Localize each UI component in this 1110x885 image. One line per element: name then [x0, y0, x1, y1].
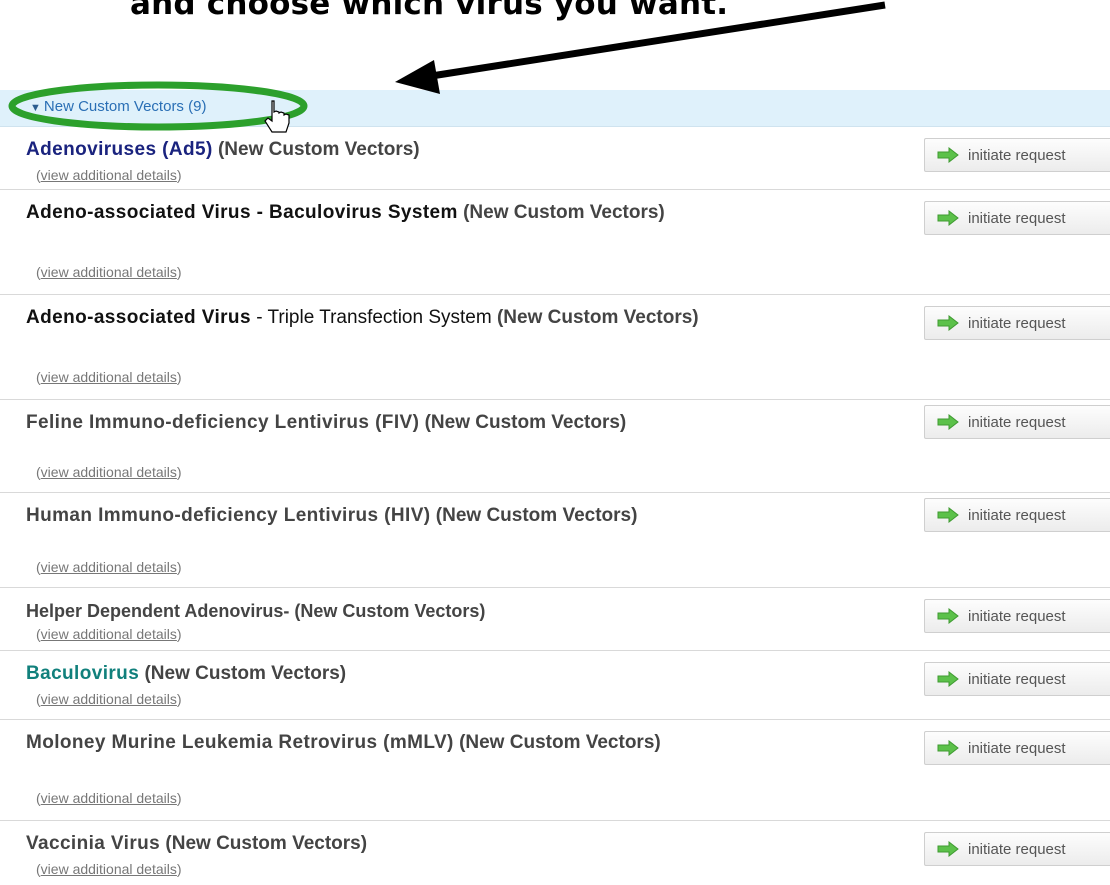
item-category: (New Custom Vectors)	[424, 412, 627, 433]
button-label: initiate request	[968, 209, 1066, 227]
item-category: (New Custom Vectors)	[496, 307, 699, 328]
right-arrow-icon	[937, 671, 959, 687]
item-title: Vaccinia Virus (New Custom Vectors)	[26, 831, 806, 857]
right-arrow-icon	[937, 507, 959, 523]
item-title: Adenoviruses (Ad5) (New Custom Vectors)	[26, 137, 806, 163]
button-label: initiate request	[968, 670, 1066, 688]
button-label: initiate request	[968, 739, 1066, 757]
initiate-request-button[interactable]: initiate request	[924, 405, 1110, 439]
list-item: Feline Immuno-deficiency Lentivirus (FIV…	[0, 400, 1110, 493]
item-details: (view additional details)	[36, 861, 182, 877]
initiate-request-button[interactable]: initiate request	[924, 201, 1110, 235]
right-arrow-icon	[937, 210, 959, 226]
item-title: Baculovirus (New Custom Vectors)	[26, 661, 806, 687]
item-details: (view additional details)	[36, 464, 182, 480]
right-arrow-icon	[937, 740, 959, 756]
right-arrow-icon	[937, 147, 959, 163]
item-category: (New Custom Vectors)	[459, 732, 661, 753]
item-details: (view additional details)	[36, 626, 182, 642]
list-item: Adenoviruses (Ad5) (New Custom Vectors) …	[0, 127, 1110, 190]
item-title: Feline Immuno-deficiency Lentivirus (FIV…	[26, 410, 806, 436]
initiate-request-button[interactable]: initiate request	[924, 662, 1110, 696]
item-title: Helper Dependent Adenovirus- (New Custom…	[26, 598, 806, 624]
list-item: Adeno-associated Virus - Baculovirus Sys…	[0, 190, 1110, 295]
item-title: Human Immuno-deficiency Lentivirus (HIV)…	[26, 503, 806, 529]
right-arrow-icon	[937, 841, 959, 857]
button-label: initiate request	[968, 314, 1066, 332]
instruction-text: and choose which virus you want.	[130, 0, 729, 22]
button-label: initiate request	[968, 607, 1066, 625]
item-details: (view additional details)	[36, 264, 182, 280]
view-details-link[interactable]: view additional details	[41, 559, 177, 575]
right-arrow-icon	[937, 414, 959, 430]
group-label: New Custom Vectors (9)	[43, 98, 207, 115]
item-category: (New Custom Vectors)	[144, 663, 347, 684]
right-arrow-icon	[937, 608, 959, 624]
view-details-link[interactable]: view additional details	[41, 861, 177, 877]
item-name-link[interactable]: Vaccinia Virus	[26, 833, 160, 854]
view-details-link[interactable]: view additional details	[41, 167, 177, 183]
item-name-link[interactable]: Adeno-associated Virus - Baculovirus Sys…	[26, 202, 458, 223]
item-name-link[interactable]: Feline Immuno-deficiency Lentivirus (FIV…	[26, 412, 419, 433]
item-name-link[interactable]: Adeno-associated Virus	[26, 307, 251, 328]
item-details: (view additional details)	[36, 691, 182, 707]
list-item: Helper Dependent Adenovirus- (New Custom…	[0, 588, 1110, 651]
view-details-link[interactable]: view additional details	[41, 626, 177, 642]
list-item: Moloney Murine Leukemia Retrovirus (mMLV…	[0, 720, 1110, 821]
item-details: (view additional details)	[36, 790, 182, 806]
item-name-link[interactable]: Helper Dependent Adenovirus-	[26, 601, 289, 621]
item-category: (New Custom Vectors)	[217, 139, 420, 160]
item-category: (New Custom Vectors)	[165, 833, 368, 854]
item-title: Moloney Murine Leukemia Retrovirus (mMLV…	[26, 730, 806, 756]
group-toggle-new-custom-vectors[interactable]: ▼ New Custom Vectors (9)	[30, 98, 206, 115]
item-name-suffix: - Triple Transfection System	[250, 307, 492, 328]
item-details: (view additional details)	[36, 559, 182, 575]
button-label: initiate request	[968, 146, 1066, 164]
initiate-request-button[interactable]: initiate request	[924, 498, 1110, 532]
list-item: Adeno-associated Virus - Triple Transfec…	[0, 295, 1110, 400]
triangle-down-icon: ▼	[30, 102, 41, 114]
item-name-link[interactable]: Human Immuno-deficiency Lentivirus (HIV)	[26, 505, 431, 526]
view-details-link[interactable]: view additional details	[41, 369, 177, 385]
item-category: (New Custom Vectors)	[294, 601, 486, 621]
button-label: initiate request	[968, 413, 1066, 431]
right-arrow-icon	[937, 315, 959, 331]
item-name-link[interactable]: Moloney Murine Leukemia Retrovirus (mMLV…	[26, 732, 454, 753]
group-header: ▼ New Custom Vectors (9)	[0, 90, 1110, 127]
item-details: (view additional details)	[36, 167, 182, 183]
view-details-link[interactable]: view additional details	[41, 790, 177, 806]
item-category: (New Custom Vectors)	[435, 505, 638, 526]
view-details-link[interactable]: view additional details	[41, 464, 177, 480]
initiate-request-button[interactable]: initiate request	[924, 138, 1110, 172]
item-name-link[interactable]: Baculovirus	[26, 663, 139, 684]
initiate-request-button[interactable]: initiate request	[924, 832, 1110, 866]
item-name-link[interactable]: Adenoviruses (Ad5)	[26, 139, 213, 160]
view-details-link[interactable]: view additional details	[41, 691, 177, 707]
initiate-request-button[interactable]: initiate request	[924, 599, 1110, 633]
button-label: initiate request	[968, 840, 1066, 858]
button-label: initiate request	[968, 506, 1066, 524]
item-title: Adeno-associated Virus - Baculovirus Sys…	[26, 200, 806, 226]
list-item: Human Immuno-deficiency Lentivirus (HIV)…	[0, 493, 1110, 588]
item-details: (view additional details)	[36, 369, 182, 385]
list-item: Vaccinia Virus (New Custom Vectors) (vie…	[0, 821, 1110, 885]
item-category: (New Custom Vectors)	[463, 202, 665, 223]
initiate-request-button[interactable]: initiate request	[924, 731, 1110, 765]
pointer-arrow-head	[395, 60, 440, 94]
initiate-request-button[interactable]: initiate request	[924, 306, 1110, 340]
view-details-link[interactable]: view additional details	[41, 264, 177, 280]
list-item: Baculovirus (New Custom Vectors) (view a…	[0, 651, 1110, 720]
item-title: Adeno-associated Virus - Triple Transfec…	[26, 305, 806, 331]
